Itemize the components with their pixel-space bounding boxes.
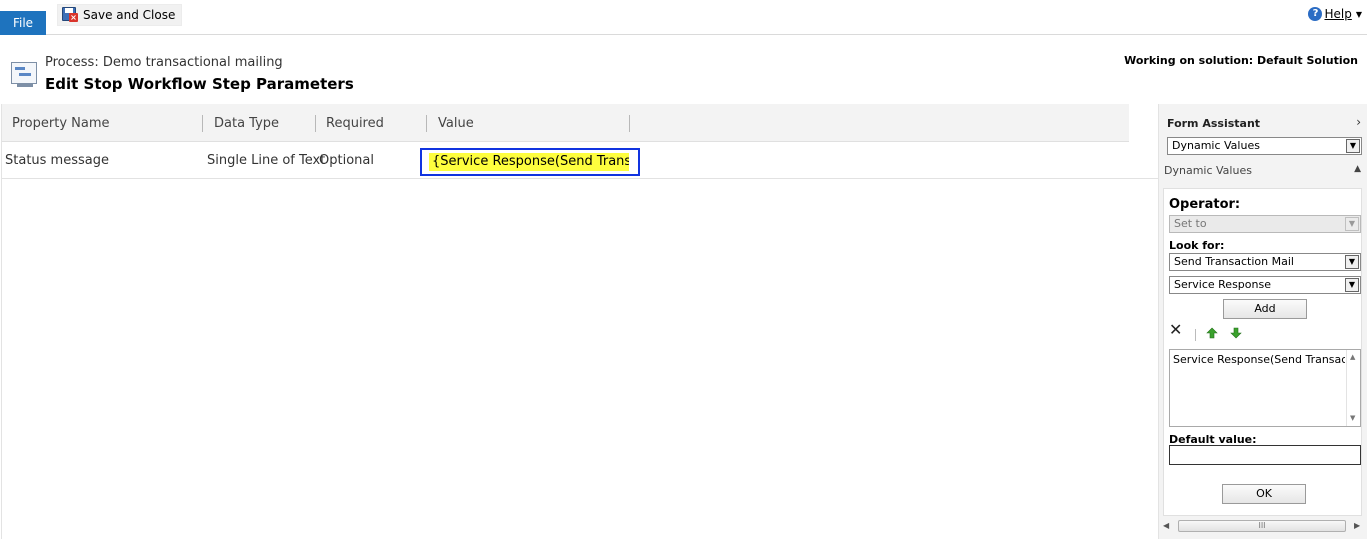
chevron-down-icon: ▼ bbox=[1355, 9, 1362, 19]
column-separator[interactable] bbox=[202, 115, 203, 132]
file-tab[interactable]: File bbox=[0, 11, 46, 35]
help-icon: ? bbox=[1308, 7, 1323, 21]
collapse-arrow-icon[interactable]: ▲ bbox=[1354, 164, 1361, 174]
list-item[interactable]: Service Response(Send Transactio bbox=[1173, 353, 1345, 366]
look-for-entity-select[interactable]: Send Transaction Mail ▼ bbox=[1169, 253, 1361, 271]
value-text: {Service Response(Send Transacti bbox=[429, 153, 629, 171]
parameters-grid: Property Name Data Type Required Value S… bbox=[1, 104, 1159, 539]
save-close-icon: × bbox=[62, 7, 78, 23]
look-for-label: Look for: bbox=[1169, 239, 1225, 252]
column-separator[interactable] bbox=[629, 115, 630, 132]
value-field[interactable]: {Service Response(Send Transacti bbox=[420, 148, 640, 176]
column-header-data-type[interactable]: Data Type bbox=[214, 116, 279, 131]
grid-header: Property Name Data Type Required Value bbox=[2, 104, 1129, 142]
form-assistant-selector[interactable]: Dynamic Values ▼ bbox=[1167, 137, 1362, 155]
table-row[interactable]: Status message Single Line of Text Optio… bbox=[2, 142, 1159, 179]
process-icon bbox=[11, 62, 39, 88]
dynamic-values-panel: Operator: Set to ▼ Look for: Send Transa… bbox=[1163, 188, 1362, 516]
data-type-cell: Single Line of Text bbox=[207, 153, 326, 168]
move-up-icon[interactable] bbox=[1206, 327, 1218, 339]
operator-value: Set to bbox=[1174, 217, 1207, 230]
page-title: Edit Stop Workflow Step Parameters bbox=[45, 75, 354, 93]
form-assistant: Form Assistant › Dynamic Values ▼ Dynami… bbox=[1158, 104, 1367, 539]
chevron-right-icon[interactable]: › bbox=[1356, 115, 1361, 129]
save-and-close-button[interactable]: × Save and Close bbox=[57, 4, 183, 26]
default-value-input[interactable] bbox=[1169, 445, 1361, 465]
look-for-entity-value: Send Transaction Mail bbox=[1174, 255, 1294, 268]
ok-button[interactable]: OK bbox=[1222, 484, 1306, 504]
dropdown-arrow-icon: ▼ bbox=[1345, 278, 1359, 292]
add-button[interactable]: Add bbox=[1223, 299, 1307, 319]
scroll-up-icon[interactable]: ▲ bbox=[1350, 353, 1355, 361]
look-for-field-value: Service Response bbox=[1174, 278, 1271, 291]
help-label: Help bbox=[1324, 7, 1352, 21]
horizontal-scrollbar[interactable]: ◀ III ▶ bbox=[1159, 518, 1367, 535]
column-separator[interactable] bbox=[315, 115, 316, 132]
toolbar-divider bbox=[1195, 329, 1196, 341]
scroll-left-icon[interactable]: ◀ bbox=[1163, 521, 1169, 530]
column-header-property-name[interactable]: Property Name bbox=[12, 116, 110, 131]
save-and-close-label: Save and Close bbox=[83, 8, 176, 22]
scroll-right-icon[interactable]: ▶ bbox=[1354, 521, 1360, 530]
dropdown-arrow-icon: ▼ bbox=[1345, 217, 1359, 231]
dynamic-values-list[interactable]: Service Response(Send Transactio ▲ ▼ bbox=[1169, 349, 1361, 427]
ribbon: File × Save and Close ? Help ▼ bbox=[0, 0, 1367, 35]
form-assistant-selector-value: Dynamic Values bbox=[1172, 139, 1260, 152]
column-separator[interactable] bbox=[426, 115, 427, 132]
look-for-field-select[interactable]: Service Response ▼ bbox=[1169, 276, 1361, 294]
operator-select: Set to ▼ bbox=[1169, 215, 1361, 233]
move-down-icon[interactable] bbox=[1230, 327, 1242, 339]
delete-icon[interactable]: ✕ bbox=[1169, 322, 1182, 338]
process-label: Process: Demo transactional mailing bbox=[45, 55, 283, 70]
dropdown-arrow-icon: ▼ bbox=[1345, 255, 1359, 269]
dynamic-values-section-label: Dynamic Values bbox=[1164, 164, 1252, 177]
form-assistant-title: Form Assistant bbox=[1167, 117, 1261, 130]
dropdown-arrow-icon: ▼ bbox=[1346, 139, 1360, 153]
operator-label: Operator: bbox=[1169, 197, 1241, 212]
column-header-required[interactable]: Required bbox=[326, 116, 384, 131]
required-cell: Optional bbox=[319, 153, 374, 168]
help-menu[interactable]: ? Help ▼ bbox=[1308, 7, 1362, 21]
solution-label: Working on solution: Default Solution bbox=[1124, 54, 1358, 67]
scrollbar-thumb[interactable]: III bbox=[1178, 520, 1346, 532]
list-scrollbar[interactable]: ▲ ▼ bbox=[1346, 350, 1360, 426]
column-header-value[interactable]: Value bbox=[438, 116, 474, 131]
scroll-down-icon[interactable]: ▼ bbox=[1350, 414, 1355, 422]
property-name-cell: Status message bbox=[5, 153, 109, 168]
